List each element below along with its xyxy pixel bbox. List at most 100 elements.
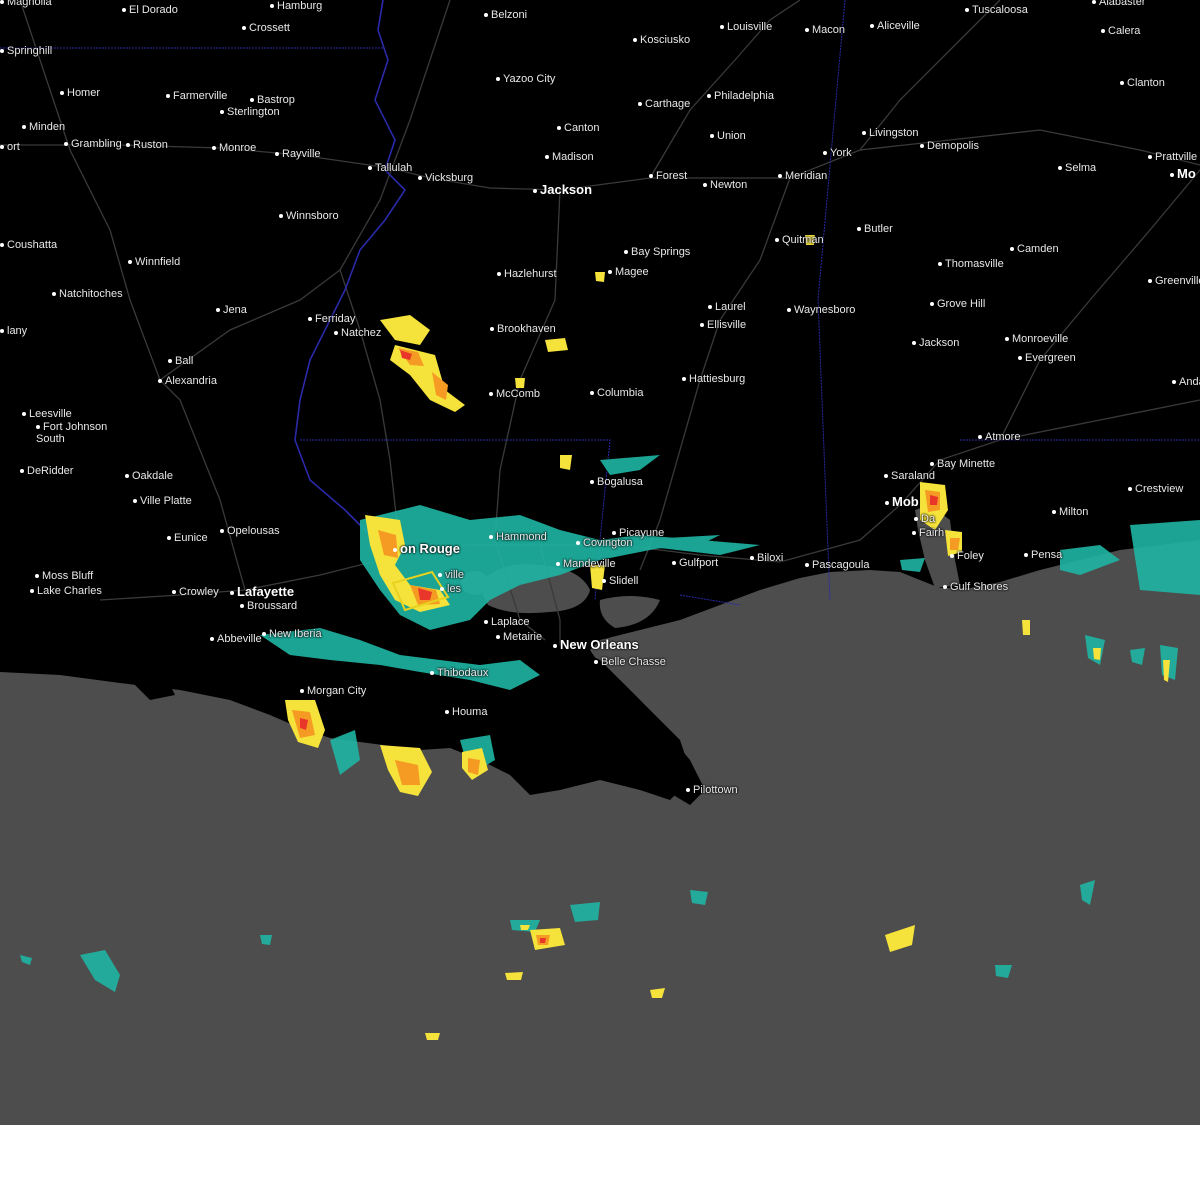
city-dot-icon — [708, 305, 712, 310]
city-label-oakdale: Oakdale — [125, 470, 173, 482]
city-dot-icon — [612, 531, 616, 536]
city-label-text: Milton — [1059, 506, 1089, 518]
city-label-bay-minette: Bay Minette — [930, 458, 995, 470]
city-label-macon: Macon — [805, 24, 845, 36]
city-label-greenville: Greenville — [1148, 275, 1200, 287]
city-label-text: Prattville — [1155, 151, 1198, 163]
city-label-text: Oakdale — [132, 470, 173, 482]
city-dot-icon — [633, 38, 637, 43]
city-label-text: Kosciusko — [640, 34, 691, 46]
city-label-magnolia: Magnolia — [0, 0, 52, 8]
city-dot-icon — [168, 359, 172, 364]
city-dot-icon — [950, 554, 954, 559]
city-label-crossett: Crossett — [242, 22, 290, 34]
city-label-text: Louisville — [727, 21, 773, 33]
city-dot-icon — [1018, 356, 1022, 361]
city-label-newton: Newton — [703, 179, 747, 191]
city-label-bastrop: Bastrop — [250, 94, 295, 106]
city-label-text: Lake Charles — [37, 585, 102, 597]
city-dot-icon — [787, 308, 791, 313]
city-dot-icon — [496, 635, 500, 640]
city-label-text: Coushatta — [7, 239, 58, 251]
city-dot-icon — [1172, 380, 1176, 385]
city-label-mccomb: McComb — [489, 388, 540, 400]
city-dot-icon — [64, 142, 68, 147]
city-dot-icon — [133, 499, 137, 504]
city-label-text: Belle Chasse — [601, 656, 666, 668]
city-label-text: Mo — [1177, 166, 1196, 181]
city-label-text: Magee — [615, 266, 649, 278]
city-dot-icon — [308, 317, 312, 322]
city-dot-icon — [778, 174, 782, 179]
city-label-belle-chasse: Belle Chasse — [594, 656, 666, 668]
city-label-text: Ferriday — [315, 313, 356, 325]
city-label-pascagoula: Pascagoula — [805, 559, 870, 571]
city-label-text: Belzoni — [491, 9, 528, 21]
city-dot-icon — [805, 563, 809, 568]
city-label-text: Morgan City — [307, 685, 367, 697]
city-dot-icon — [590, 480, 594, 485]
city-dot-icon — [938, 262, 942, 267]
city-label-opelousas: Opelousas — [220, 525, 280, 537]
city-label-winnfield: Winnfield — [128, 256, 180, 268]
city-label-york: York — [823, 147, 852, 159]
city-label-kosciusko: Kosciusko — [633, 34, 690, 46]
city-dot-icon — [300, 689, 304, 694]
city-label-text: Ville Platte — [140, 495, 192, 507]
city-label-text: Columbia — [597, 387, 644, 399]
city-dot-icon — [750, 556, 754, 561]
city-label-thibodaux: Thibodaux — [430, 667, 488, 679]
city-label-text: Jackson — [919, 337, 960, 349]
city-label-natchez: Natchez — [334, 327, 381, 339]
city-label-text: New Iberia — [269, 628, 322, 640]
city-dot-icon — [914, 517, 918, 522]
city-label-text: Saraland — [891, 470, 936, 482]
city-label-ruston: Ruston — [126, 139, 168, 151]
city-label-springhill: Springhill — [0, 45, 52, 57]
city-label-louisville: Louisville — [720, 21, 772, 33]
city-dot-icon — [20, 469, 24, 474]
city-dot-icon — [965, 8, 969, 13]
city-label-new-orleans: New Orleans — [553, 637, 639, 652]
city-dot-icon — [1058, 166, 1062, 171]
city-label-deridder: DeRidder — [20, 465, 73, 477]
city-dot-icon — [608, 270, 612, 275]
city-label-alabaster: Alabaster — [1092, 0, 1145, 8]
city-dot-icon — [557, 126, 561, 131]
city-label-text: Bogalusa — [597, 476, 643, 488]
city-dot-icon — [545, 155, 549, 160]
city-label-text: Grambling — [71, 138, 122, 150]
city-label-text: Carthage — [645, 98, 691, 110]
city-dot-icon — [556, 562, 560, 567]
city-label-text: Covington — [583, 537, 633, 549]
city-dot-icon — [496, 77, 500, 82]
city-label-bay-springs: Bay Springs — [624, 246, 690, 258]
city-label-text: Pilottown — [693, 784, 738, 796]
city-label-text: Philadelphia — [714, 90, 774, 102]
city-label-camden: Camden — [1010, 243, 1059, 255]
city-dot-icon — [1092, 0, 1096, 5]
city-label-mobile: Mob — [885, 494, 919, 509]
city-label-slidell: Slidell — [602, 575, 638, 587]
city-label-text: Bay Springs — [631, 246, 691, 258]
city-label-atmore: Atmore — [978, 431, 1020, 443]
city-dot-icon — [418, 176, 422, 181]
city-dot-icon — [700, 323, 704, 328]
city-dot-icon — [445, 710, 449, 715]
city-label-text: Jena — [223, 304, 247, 316]
radar-map[interactable]: Magnolia El Dorado Hamburg Crossett Belzoni L… — [0, 0, 1200, 1125]
city-label-text: Vicksburg — [425, 172, 474, 184]
city-label-ort: ort — [0, 141, 20, 153]
city-dot-icon — [707, 94, 711, 99]
city-label-text: Monroe — [219, 142, 257, 154]
city-label-broussard: Broussard — [240, 600, 297, 612]
city-dot-icon — [930, 302, 934, 307]
city-label-monroeville: Monroeville — [1005, 333, 1068, 345]
city-label-ellisville: Ellisville — [700, 319, 746, 331]
city-dot-icon — [167, 536, 171, 541]
city-label-text: Crestview — [1135, 483, 1184, 495]
city-label-lafayette: Lafayette — [230, 584, 294, 599]
city-dot-icon — [710, 134, 714, 139]
city-label-text: Alabaster — [1099, 0, 1146, 8]
city-label-selma: Selma — [1058, 162, 1096, 174]
